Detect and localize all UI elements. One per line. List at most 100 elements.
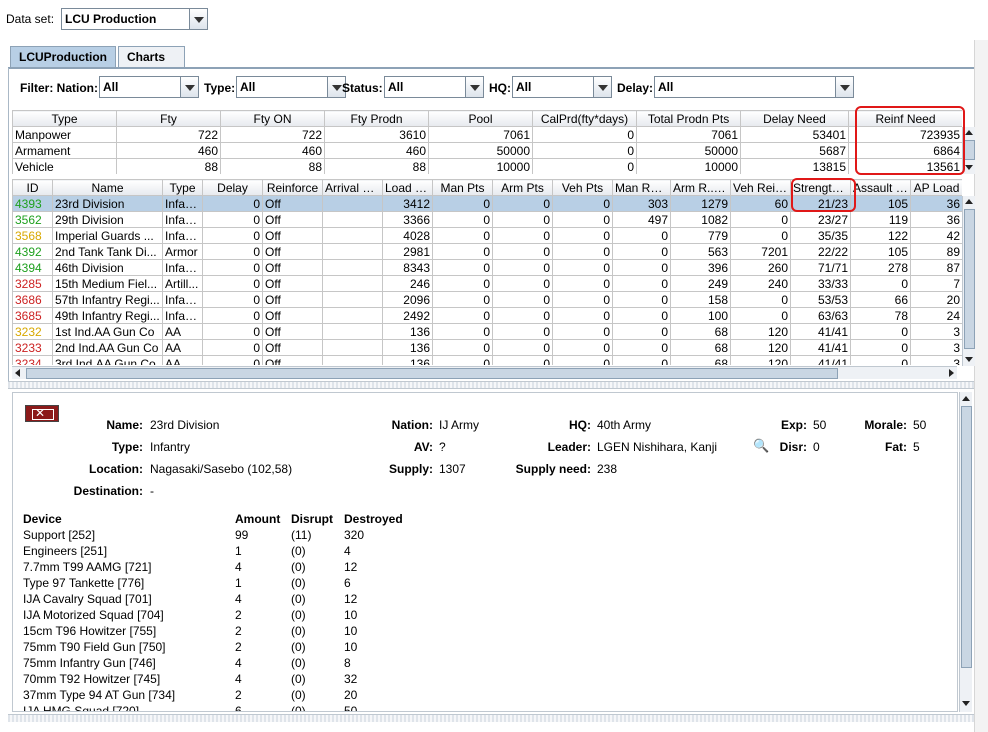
- scroll-down-icon[interactable]: [961, 698, 972, 708]
- dataset-select[interactable]: LCU Production: [61, 8, 208, 30]
- table-row[interactable]: Armament 460 460 460 50000 0 50000 5687 6864: [12, 142, 962, 159]
- table-row[interactable]: Manpower 722 722 3610 7061 0 7061 53401 723935: [12, 126, 962, 143]
- tab-lcu-production[interactable]: LCUProduction: [10, 46, 116, 68]
- table-cell: 0: [432, 243, 493, 260]
- table-cell: [322, 227, 383, 244]
- scroll-thumb[interactable]: [964, 140, 975, 160]
- table-cell: 7: [910, 275, 962, 292]
- tab-charts[interactable]: Charts: [118, 46, 185, 67]
- lcu-column-header[interactable]: Arm R... ▼: [670, 179, 731, 196]
- scroll-thumb[interactable]: [961, 406, 972, 668]
- scroll-up-icon[interactable]: [964, 197, 975, 207]
- filter-status-select[interactable]: All: [384, 76, 484, 98]
- scroll-down-icon[interactable]: [964, 162, 975, 172]
- lcu-column-header[interactable]: Name: [52, 179, 163, 196]
- table-cell: 396: [670, 259, 731, 276]
- filter-type-select[interactable]: All: [236, 76, 346, 98]
- table-row[interactable]: 3568 Imperial Guards ... Infan... 0 Off 4028 0…: [12, 227, 962, 244]
- lcu-column-header[interactable]: Strength %: [790, 179, 851, 196]
- supply-label: Supply:: [389, 462, 433, 476]
- table-row[interactable]: 3233 2nd Ind.AA Gun Co AA 0 Off 136 0 0 0 0 68 120 4…: [12, 339, 962, 356]
- lcu-column-header[interactable]: Veh Pts: [552, 179, 613, 196]
- table-row[interactable]: 3232 1st Ind.AA Gun Co AA 0 Off 136 0 0 0 0 68 120 4…: [12, 323, 962, 340]
- production-column-header[interactable]: CalPrd(fty*days): [532, 110, 637, 127]
- production-column-header[interactable]: Reinf Need: [848, 110, 962, 127]
- production-column-header[interactable]: Pool: [428, 110, 533, 127]
- lcu-column-header[interactable]: Arrival Port: [322, 179, 383, 196]
- device-cell: 50: [344, 704, 358, 712]
- device-cell: Engineers [251]: [23, 544, 108, 558]
- production-column-header[interactable]: Fty Prodn: [324, 110, 429, 127]
- exp-value: 50: [813, 418, 827, 432]
- table-row[interactable]: 3234 3rd Ind.AA Gun Co AA 0 Off 136 0 0 0 0 68 120 4…: [12, 355, 962, 365]
- device-cell: 6: [235, 704, 242, 712]
- table-cell: AA: [162, 323, 203, 340]
- name-label: Name:: [106, 418, 143, 432]
- table-cell: 0: [552, 275, 613, 292]
- production-column-header[interactable]: Total Prodn Pts: [636, 110, 741, 127]
- table-cell: 722: [220, 126, 325, 143]
- lcu-column-header[interactable]: Man Pts: [432, 179, 493, 196]
- lcu-column-header[interactable]: Man Rei...: [612, 179, 671, 196]
- lcu-column-header[interactable]: ID: [12, 179, 53, 196]
- table-row[interactable]: 4394 46th Division Infan... 0 Off 8343 0 0 0 0 396…: [12, 259, 962, 276]
- lcu-column-header[interactable]: Reinforce: [262, 179, 323, 196]
- filter-bar: Filter: Nation: All Type: All Status: Al…: [10, 74, 970, 102]
- table-cell: 158: [670, 291, 731, 308]
- production-column-header[interactable]: Type: [12, 110, 117, 127]
- supply-need-value: 238: [597, 462, 618, 476]
- production-vertical-scrollbar[interactable]: [962, 127, 975, 174]
- type-label: Type:: [111, 440, 143, 454]
- chevron-down-icon[interactable]: [593, 77, 611, 97]
- table-row[interactable]: 3285 15th Medium Fiel... Artill... 0 Off 246 0…: [12, 275, 962, 292]
- table-row[interactable]: Vehicle 88 88 88 10000 0 10000 13815 13561: [12, 158, 962, 174]
- detail-vertical-scrollbar[interactable]: [959, 392, 972, 712]
- table-cell: 87: [910, 259, 962, 276]
- hq-value[interactable]: 40th Army: [597, 418, 651, 432]
- chevron-down-icon[interactable]: [180, 77, 198, 97]
- table-row[interactable]: 4392 2nd Tank Tank Di... Armor 0 Off 2981 0 0 0 0…: [12, 243, 962, 260]
- lcu-column-header[interactable]: Assault V...: [850, 179, 911, 196]
- filter-nation-select[interactable]: All: [99, 76, 199, 98]
- table-cell: 63/63: [790, 307, 851, 324]
- lcu-column-header[interactable]: Veh Rein...: [730, 179, 791, 196]
- filter-delay-select[interactable]: All: [654, 76, 854, 98]
- table-cell: 88: [324, 158, 429, 174]
- table-cell: 136: [382, 355, 433, 365]
- table-row[interactable]: 3685 49th Infantry Regi... Infan... 0 Off 249…: [12, 307, 962, 324]
- device-cell: IJA HMG Squad [720]: [23, 704, 140, 712]
- table-cell: 100: [670, 307, 731, 324]
- lcu-horizontal-scrollbar[interactable]: [12, 366, 957, 379]
- lcu-vertical-scrollbar[interactable]: [962, 196, 975, 366]
- chevron-down-icon[interactable]: [189, 9, 207, 29]
- table-cell: 260: [730, 259, 791, 276]
- lcu-column-header[interactable]: Load C...: [382, 179, 433, 196]
- lcu-column-header[interactable]: AP Load: [910, 179, 962, 196]
- scroll-up-icon[interactable]: [964, 128, 975, 138]
- dataset-label: Data set:: [6, 12, 55, 26]
- scroll-down-icon[interactable]: [964, 354, 975, 364]
- table-cell: 0: [492, 259, 553, 276]
- device-cell: (11): [291, 528, 312, 542]
- table-cell: 89: [910, 243, 962, 260]
- production-column-header[interactable]: Delay Need: [740, 110, 849, 127]
- table-cell: 88: [220, 158, 325, 174]
- split-pane-divider[interactable]: [8, 381, 974, 389]
- lcu-column-header[interactable]: Arm Pts: [492, 179, 553, 196]
- scroll-thumb[interactable]: [26, 368, 838, 379]
- table-cell: 0: [552, 227, 613, 244]
- lcu-column-header[interactable]: Delay: [202, 179, 263, 196]
- table-row[interactable]: 3686 57th Infantry Regi... Infan... 0 Off 209…: [12, 291, 962, 308]
- chevron-down-icon[interactable]: [465, 77, 483, 97]
- scroll-thumb[interactable]: [964, 209, 975, 349]
- chevron-down-icon[interactable]: [835, 77, 853, 97]
- production-column-header[interactable]: Fty: [116, 110, 221, 127]
- table-row[interactable]: 4393 23rd Division Infan... 0 Off 3412 0 0 0 303 1…: [12, 195, 962, 212]
- table-cell: 3366: [382, 211, 433, 228]
- table-cell: 0: [202, 195, 263, 212]
- lcu-column-header[interactable]: Type: [162, 179, 203, 196]
- filter-hq-select[interactable]: All: [512, 76, 612, 98]
- production-column-header[interactable]: Fty ON: [220, 110, 325, 127]
- scroll-up-icon[interactable]: [961, 394, 972, 404]
- table-row[interactable]: 3562 29th Division Infan... 0 Off 3366 0 0 0 497 1…: [12, 211, 962, 228]
